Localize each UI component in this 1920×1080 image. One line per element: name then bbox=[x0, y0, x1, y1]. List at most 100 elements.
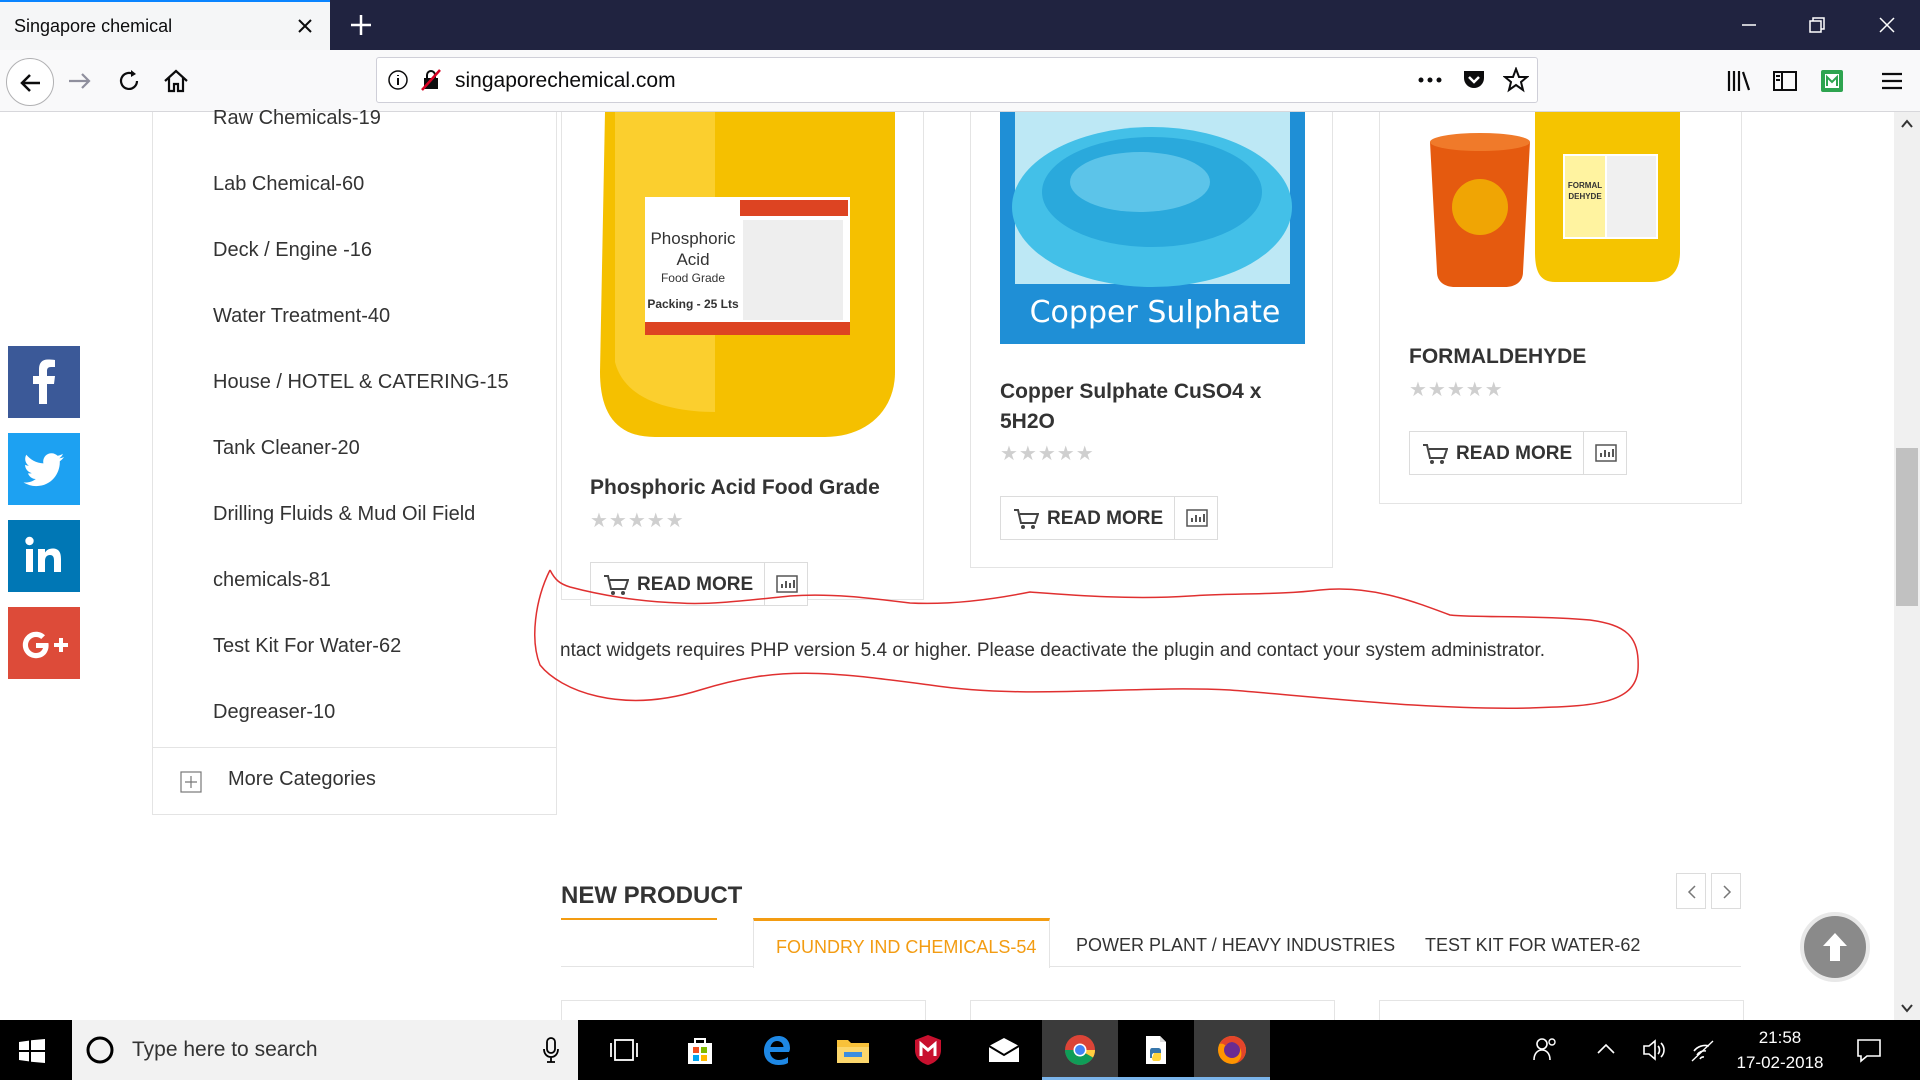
cart-icon bbox=[1014, 509, 1039, 529]
product-image[interactable]: Phosphoric Acid Food Grade Packing - 25 … bbox=[595, 112, 895, 442]
product-name[interactable]: Phosphoric Acid Food Grade bbox=[590, 473, 910, 503]
compare-button[interactable] bbox=[1583, 431, 1627, 475]
forward-icon[interactable] bbox=[63, 64, 97, 98]
read-more-button[interactable]: READ MORE bbox=[1409, 431, 1585, 475]
label-text: Food Grade bbox=[661, 271, 725, 285]
category-link[interactable]: House / HOTEL & CATERING-15 bbox=[213, 371, 509, 394]
cortana-icon bbox=[86, 1036, 114, 1064]
star-rating: ★★★★★ bbox=[1409, 379, 1504, 401]
volume-icon[interactable] bbox=[1641, 1037, 1667, 1063]
scroll-down-icon[interactable] bbox=[1900, 1002, 1914, 1014]
category-link[interactable]: Degreaser-10 bbox=[213, 701, 335, 724]
star-rating: ★★★★★ bbox=[1000, 443, 1095, 465]
product-card bbox=[970, 1000, 1335, 1020]
hamburger-menu-icon[interactable] bbox=[1875, 64, 1909, 98]
chevron-up-icon[interactable] bbox=[1596, 1042, 1616, 1056]
more-actions-icon[interactable] bbox=[1417, 70, 1443, 90]
url-text[interactable]: singaporechemical.com bbox=[455, 69, 676, 93]
linkedin-icon bbox=[25, 536, 61, 572]
edge-app[interactable] bbox=[738, 1020, 814, 1080]
label-text: Phosphoric bbox=[650, 229, 736, 248]
chrome-app[interactable] bbox=[1042, 1020, 1118, 1080]
mcafee-app[interactable] bbox=[890, 1020, 966, 1080]
store-icon bbox=[688, 1038, 712, 1064]
tab-power-plant[interactable]: POWER PLANT / HEAVY INDUSTRIES bbox=[1076, 935, 1395, 956]
firefox-app[interactable] bbox=[1194, 1020, 1270, 1080]
restore-icon[interactable] bbox=[1802, 10, 1832, 40]
category-link[interactable]: Lab Chemical-60 bbox=[213, 173, 364, 196]
read-more-label: READ MORE bbox=[1456, 443, 1573, 464]
read-more-button[interactable]: READ MORE bbox=[1000, 496, 1176, 540]
chevron-left-icon bbox=[1687, 885, 1696, 899]
scroll-up-icon[interactable] bbox=[1900, 118, 1914, 130]
label-text: Acid bbox=[676, 250, 709, 269]
minimize-icon[interactable] bbox=[1734, 10, 1764, 40]
star-rating: ★★★★★ bbox=[590, 510, 685, 532]
prev-button[interactable] bbox=[1676, 873, 1706, 909]
microphone-icon[interactable] bbox=[542, 1037, 560, 1063]
category-link[interactable]: chemicals-81 bbox=[213, 569, 331, 592]
taskbar-search[interactable]: Type here to search bbox=[72, 1020, 578, 1080]
category-link[interactable]: Water Treatment-40 bbox=[213, 305, 390, 328]
label-text: FORMAL bbox=[1568, 181, 1602, 190]
bookmark-star-icon[interactable] bbox=[1503, 67, 1529, 93]
googleplus-icon bbox=[22, 631, 68, 659]
file-explorer-app[interactable] bbox=[814, 1020, 890, 1080]
facebook-button[interactable] bbox=[8, 346, 80, 418]
action-center-icon[interactable] bbox=[1855, 1036, 1883, 1064]
new-tab-icon[interactable] bbox=[346, 10, 376, 40]
library-icon[interactable] bbox=[1722, 64, 1756, 98]
mail-app[interactable] bbox=[966, 1020, 1042, 1080]
plus-square-icon[interactable] bbox=[180, 771, 202, 793]
cart-icon bbox=[1423, 444, 1448, 464]
linkedin-button[interactable] bbox=[8, 520, 80, 592]
clock-time: 21:58 bbox=[1758, 1028, 1802, 1047]
close-tab-icon[interactable] bbox=[294, 15, 316, 37]
extension-icon[interactable] bbox=[1815, 64, 1849, 98]
category-link[interactable]: Deck / Engine -16 bbox=[213, 239, 372, 262]
product-image[interactable]: FORMAL DEHYDE bbox=[1425, 112, 1695, 297]
back-to-top-button[interactable] bbox=[1800, 912, 1870, 982]
store-app[interactable] bbox=[662, 1020, 738, 1080]
python-app[interactable] bbox=[1118, 1020, 1194, 1080]
product-name[interactable]: FORMALDEHYDE bbox=[1409, 342, 1699, 372]
people-icon[interactable] bbox=[1531, 1035, 1559, 1063]
insecure-lock-icon[interactable] bbox=[419, 68, 443, 92]
section-title: NEW PRODUCT bbox=[561, 882, 743, 909]
next-button[interactable] bbox=[1711, 873, 1741, 909]
more-categories-link[interactable]: More Categories bbox=[228, 768, 376, 791]
product-image[interactable]: Copper Sulphate bbox=[1000, 112, 1305, 344]
product-name[interactable]: Copper Sulphate CuSO4 x 5H2O bbox=[1000, 377, 1290, 437]
product-card bbox=[561, 1000, 926, 1020]
address-bar[interactable]: singaporechemical.com bbox=[376, 57, 1538, 103]
tabs-divider bbox=[561, 966, 1741, 967]
product-card bbox=[1379, 1000, 1744, 1020]
search-placeholder: Type here to search bbox=[132, 1038, 318, 1061]
folder-icon bbox=[837, 1040, 869, 1063]
category-link[interactable]: Test Kit For Water-62 bbox=[213, 635, 401, 658]
info-icon[interactable] bbox=[387, 69, 409, 91]
category-link[interactable]: Drilling Fluids & Mud Oil Field bbox=[213, 503, 475, 526]
tab-test-kit[interactable]: TEST KIT FOR WATER-62 bbox=[1425, 935, 1640, 956]
reload-icon[interactable] bbox=[112, 64, 146, 98]
task-view-button[interactable] bbox=[586, 1020, 662, 1080]
compare-button[interactable] bbox=[1174, 496, 1218, 540]
read-more-label: READ MORE bbox=[1047, 508, 1164, 529]
back-button[interactable] bbox=[6, 58, 54, 106]
googleplus-button[interactable] bbox=[8, 607, 80, 679]
wifi-icon[interactable] bbox=[1689, 1039, 1715, 1063]
category-link[interactable]: Raw Chemicals-19 bbox=[213, 107, 381, 130]
windows-start-icon[interactable] bbox=[19, 1039, 45, 1063]
close-window-icon[interactable] bbox=[1872, 10, 1902, 40]
category-link[interactable]: Tank Cleaner-20 bbox=[213, 437, 360, 460]
browser-tab[interactable]: Singapore chemical bbox=[0, 0, 330, 50]
home-icon[interactable] bbox=[159, 64, 193, 98]
pocket-icon[interactable] bbox=[1461, 68, 1487, 92]
arrow-left-icon bbox=[20, 74, 40, 92]
tab-foundry[interactable]: FOUNDRY IND CHEMICALS-54 bbox=[753, 918, 1050, 968]
twitter-button[interactable] bbox=[8, 433, 80, 505]
system-clock[interactable]: 21:58 17-02-2018 bbox=[1732, 1025, 1828, 1075]
tab-title: Singapore chemical bbox=[14, 16, 173, 36]
sidebar-toggle-icon[interactable] bbox=[1768, 64, 1802, 98]
scrollbar-thumb[interactable] bbox=[1896, 448, 1918, 606]
